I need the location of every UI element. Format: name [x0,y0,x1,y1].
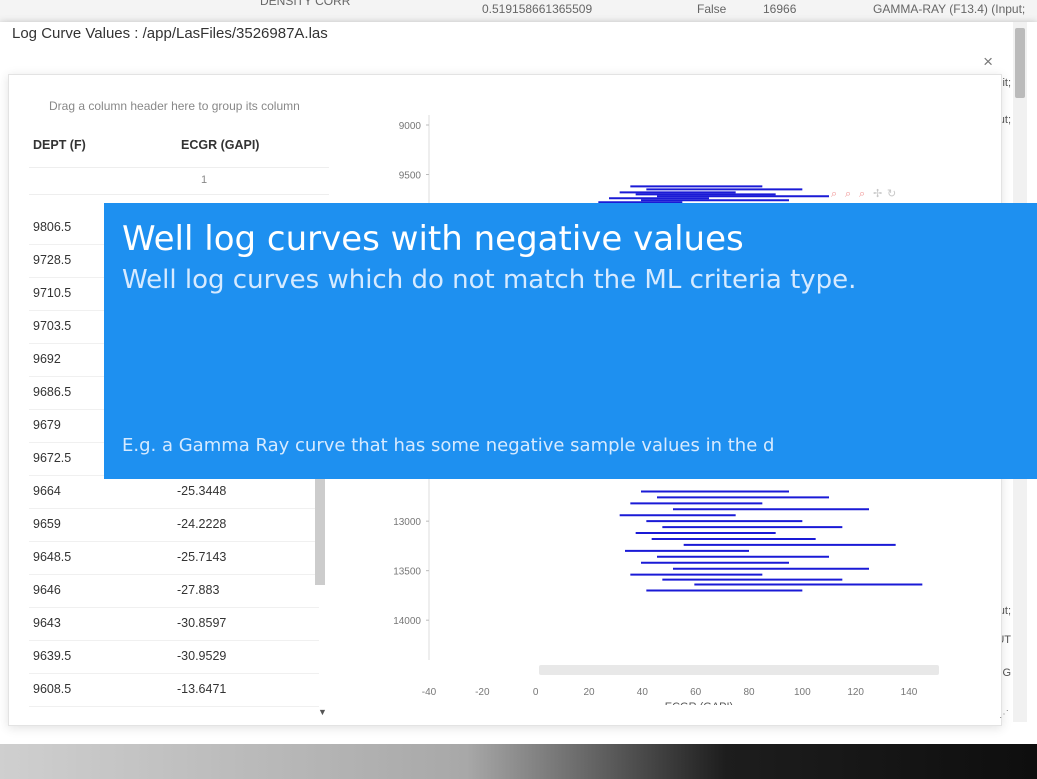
table-row[interactable]: 9648.5 -25.7143 [29,542,319,575]
y-tick-label: 13000 [393,517,421,528]
depth-cell: 9659 [33,517,61,531]
filter-value[interactable]: 1 [201,174,207,186]
table-row[interactable]: 9664 -25.3448 [29,476,319,509]
bg-row-flag: False [697,2,727,16]
depth-cell: 9806.5 [33,220,72,234]
desk-background [0,744,1037,779]
depth-cell: 9648.5 [33,550,72,564]
x-tick-label: 100 [794,687,811,698]
column-header-ecgr[interactable]: ECGR (GAPI) [181,138,259,152]
depth-cell: 9646 [33,583,61,597]
ecgr-cell: -27.883 [177,583,220,597]
ecgr-cell: -24.2228 [177,517,227,531]
x-tick-label: 60 [690,687,702,698]
depth-cell: 9672.5 [33,451,72,465]
refresh-icon: ↻ [887,187,896,200]
resize-grip-icon[interactable]: ⋰ [999,709,1009,720]
callout-banner: Well log curves with negative values Wel… [104,203,1037,479]
bg-row-description: GAMMA-RAY (F13.4) (Input; [873,2,1026,16]
table-row[interactable]: 9608.5 -13.6471 [29,674,319,707]
depth-cell: 9639.5 [33,649,72,663]
depth-cell: 9608.5 [33,682,72,696]
depth-cell: 9710.5 [33,286,72,300]
y-tick-label: 9500 [399,171,422,182]
y-tick-label: 14000 [393,616,421,627]
x-tick-label: 0 [533,687,539,698]
x-axis-title: ECGR (GAPI) [665,701,733,705]
depth-cell: 9643 [33,616,61,630]
depth-cell: 9703.5 [33,319,72,333]
scroll-down-icon[interactable]: ▼ [318,707,327,717]
zoom-out-icon: ⌕ [845,187,851,200]
filter-row[interactable]: 1 [29,167,329,195]
pan-icon: ✢ [873,187,882,200]
x-tick-label: 120 [847,687,864,698]
table-row[interactable]: 9659 -24.2228 [29,509,319,542]
x-tick-label: 140 [901,687,918,698]
depth-cell: 9679 [33,418,61,432]
screen: DENSITY CORR 0.519158661365509 False 169… [0,0,1037,779]
x-tick-label: -20 [475,687,490,698]
zoom-reset-icon: ⌕ [859,187,865,200]
side-fragment-1: it; [1002,77,1011,89]
y-tick-label: 9000 [399,121,422,132]
ecgr-cell: -30.9529 [177,649,227,663]
banner-note: E.g. a Gamma Ray curve that has some neg… [122,435,775,456]
bg-row-value: 0.519158661365509 [482,2,593,16]
ecgr-cell: -30.8597 [177,616,227,630]
x-tick-label: -40 [422,687,437,698]
table-row[interactable]: 9646 -27.883 [29,575,319,608]
depth-cell: 9686.5 [33,385,72,399]
ecgr-cell: -25.3448 [177,484,227,498]
y-tick-label: 13500 [393,567,421,578]
column-header-depth[interactable]: DEPT (F) [33,138,86,152]
depth-cell: 9728.5 [33,253,72,267]
x-tick-label: 40 [637,687,649,698]
ecgr-cell: -13.6471 [177,682,227,696]
window-scroll-thumb[interactable] [1015,28,1025,98]
banner-title: Well log curves with negative values [122,219,744,259]
banner-subtitle: Well log curves which do not match the M… [122,265,857,295]
x-tick-label: 20 [583,687,595,698]
bg-row-label: DENSITY CORR [260,0,351,8]
zoom-in-icon: ⌕ [831,187,837,200]
group-drop-zone[interactable]: Drag a column header here to group its c… [49,99,300,113]
x-scrollbar-track [539,665,939,675]
x-tick-label: 80 [743,687,755,698]
ecgr-cell: -25.7143 [177,550,227,564]
depth-cell: 9664 [33,484,61,498]
depth-cell: 9692 [33,352,61,366]
bg-row-count: 16966 [763,2,797,16]
window-title: Log Curve Values : /app/LasFiles/3526987… [12,25,328,42]
table-row[interactable]: 9643 -30.8597 [29,608,319,641]
table-row[interactable]: 9639.5 -30.9529 [29,641,319,674]
close-icon[interactable]: × [983,52,993,72]
